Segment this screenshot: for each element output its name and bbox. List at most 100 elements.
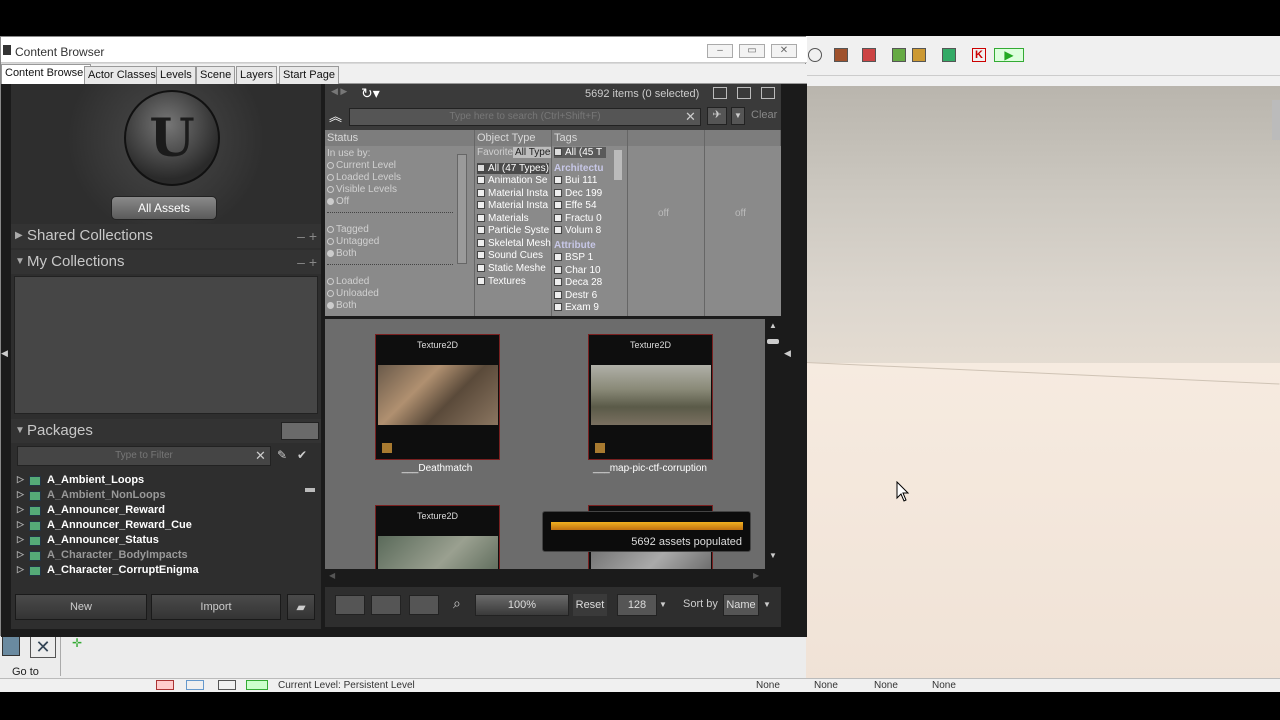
- tools-x-icon[interactable]: ✕: [30, 636, 56, 658]
- all-assets-button[interactable]: All Assets: [111, 196, 217, 220]
- checkbox-icon[interactable]: [477, 251, 485, 259]
- object-type-item[interactable]: Textures: [477, 276, 526, 287]
- kismet-icon[interactable]: K: [972, 48, 986, 62]
- zoom-level[interactable]: 100%: [475, 594, 569, 616]
- packages-scrollbar[interactable]: [305, 488, 315, 492]
- tab-actor-classes[interactable]: Actor Classes: [84, 66, 160, 84]
- scroll-right-icon[interactable]: ▶: [753, 571, 759, 580]
- package-item[interactable]: ▷ A_Character_BodyImpacts: [15, 549, 315, 564]
- scroll-down-icon[interactable]: ▼: [769, 551, 777, 560]
- collapse-filters-icon[interactable]: ︽: [329, 106, 342, 125]
- tab-scene[interactable]: Scene: [196, 66, 236, 84]
- back-arrow-icon[interactable]: ◀ ▶: [331, 86, 347, 97]
- maximize-button[interactable]: ▭: [739, 44, 765, 58]
- close-button[interactable]: ✕: [771, 44, 797, 58]
- checkbox-icon[interactable]: [554, 201, 562, 209]
- search-options-dropdown-icon[interactable]: ▼: [731, 107, 745, 125]
- grid-view-icon[interactable]: [713, 87, 727, 99]
- level-viewport[interactable]: [806, 86, 1280, 686]
- status-icon[interactable]: [186, 680, 204, 690]
- checkbox-icon[interactable]: [554, 176, 562, 184]
- new-button[interactable]: New: [15, 594, 147, 620]
- status-option[interactable]: Both: [327, 300, 357, 311]
- package-item[interactable]: ▷ A_Character_CorruptEnigma: [15, 564, 315, 579]
- object-type-item[interactable]: Sound Cues: [477, 250, 543, 261]
- status-option[interactable]: Unloaded: [327, 288, 379, 299]
- package-item[interactable]: ▷ A_Ambient_Loops: [15, 474, 315, 489]
- object-type-item[interactable]: All (47 Types): [477, 163, 549, 174]
- object-type-tab-all[interactable]: All Types: [513, 147, 551, 158]
- refresh-icon[interactable]: ↻▾: [361, 85, 380, 102]
- tag-item[interactable]: BSP 1: [554, 252, 593, 263]
- tags-all-item[interactable]: All (45 T: [554, 147, 607, 158]
- status-option[interactable]: Tagged: [327, 224, 369, 235]
- add-collection-icon[interactable]: – +: [297, 224, 317, 248]
- checkbox-icon[interactable]: [554, 291, 562, 299]
- checkbox-icon[interactable]: [477, 226, 485, 234]
- sort-by-select[interactable]: Name: [723, 594, 759, 616]
- collapse-right-icon[interactable]: ◀: [784, 348, 791, 359]
- package-filter-input[interactable]: Type to Filter: [17, 446, 271, 466]
- object-type-item[interactable]: Material Insta: [477, 200, 548, 211]
- asset-thumbnail[interactable]: Texture2D: [375, 505, 500, 569]
- tag-item[interactable]: Exam 9: [554, 302, 599, 313]
- checkbox-icon[interactable]: [554, 214, 562, 222]
- list-view-icon[interactable]: [335, 595, 365, 615]
- asset-grid-scrollbar[interactable]: ▲ ▼: [765, 319, 781, 569]
- toolbar-icon[interactable]: [808, 48, 822, 62]
- checkbox-icon[interactable]: [554, 266, 562, 274]
- toolbar-icon[interactable]: [912, 48, 926, 62]
- import-button[interactable]: Import: [151, 594, 281, 620]
- status-option[interactable]: Current Level: [327, 160, 396, 171]
- toolbar-icon[interactable]: [834, 48, 848, 62]
- checkbox-icon[interactable]: [477, 239, 485, 247]
- play-icon[interactable]: ▶: [994, 48, 1024, 62]
- status-icon[interactable]: [246, 680, 268, 690]
- scroll-left-icon[interactable]: ◀: [329, 571, 335, 580]
- tag-item[interactable]: Char 10: [554, 265, 601, 276]
- status-scrollbar[interactable]: [457, 154, 467, 264]
- new-window-icon[interactable]: [737, 87, 751, 99]
- status-option[interactable]: Both: [327, 248, 357, 259]
- object-type-item[interactable]: Static Meshe: [477, 263, 546, 274]
- status-icon[interactable]: [218, 680, 236, 690]
- asset-thumbnail[interactable]: Texture2D: [375, 334, 500, 460]
- viewport-side-tab[interactable]: [1272, 100, 1280, 140]
- checkbox-icon[interactable]: [554, 278, 562, 286]
- chevron-down-icon[interactable]: ▼: [659, 600, 667, 609]
- checkbox-icon[interactable]: [554, 189, 562, 197]
- tab-layers[interactable]: Layers: [236, 66, 278, 84]
- object-type-item[interactable]: Materials: [477, 213, 529, 224]
- my-collections-list[interactable]: [14, 276, 318, 414]
- asset-thumbnail[interactable]: Texture2D: [588, 334, 713, 460]
- tab-start-page[interactable]: Start Page: [279, 66, 339, 84]
- checkbox-icon[interactable]: [477, 277, 485, 285]
- my-collections-header[interactable]: ▼ My Collections – +: [11, 250, 321, 274]
- status-option[interactable]: Off: [327, 196, 349, 207]
- clear-filter-icon[interactable]: ✕: [255, 448, 266, 464]
- expand-arrow-icon[interactable]: ▷: [17, 489, 24, 500]
- toolbar-icon[interactable]: [942, 48, 956, 62]
- checkbox-icon[interactable]: [554, 303, 562, 311]
- folder-icon[interactable]: ▰: [287, 594, 315, 620]
- expand-arrow-icon[interactable]: ▷: [17, 564, 24, 575]
- tool-icon[interactable]: [2, 636, 20, 656]
- tab-levels[interactable]: Levels: [156, 66, 196, 84]
- split-view-icon[interactable]: [371, 595, 401, 615]
- checkbox-icon[interactable]: [477, 264, 485, 272]
- thumbnail-view-icon[interactable]: [409, 595, 439, 615]
- check-icon[interactable]: ✔: [297, 448, 307, 462]
- thumbnail-size-select[interactable]: 128: [617, 594, 657, 616]
- tag-item[interactable]: Dec 199: [554, 188, 602, 199]
- package-item[interactable]: ▷ A_Announcer_Reward: [15, 504, 315, 519]
- scrollbar-thumb[interactable]: [767, 339, 779, 344]
- packages-header[interactable]: ▼ Packages: [11, 419, 321, 443]
- collapse-left-icon[interactable]: ◀: [1, 348, 8, 359]
- object-type-item[interactable]: Particle Syste: [477, 225, 549, 236]
- zoom-icon[interactable]: ⌕: [453, 595, 461, 612]
- tag-item[interactable]: Volum 8: [554, 225, 601, 236]
- minimize-button[interactable]: –: [707, 44, 733, 58]
- tag-item[interactable]: Effe 54: [554, 200, 597, 211]
- package-item[interactable]: ▷ A_Announcer_Status: [15, 534, 315, 549]
- expand-arrow-icon[interactable]: ▷: [17, 504, 24, 515]
